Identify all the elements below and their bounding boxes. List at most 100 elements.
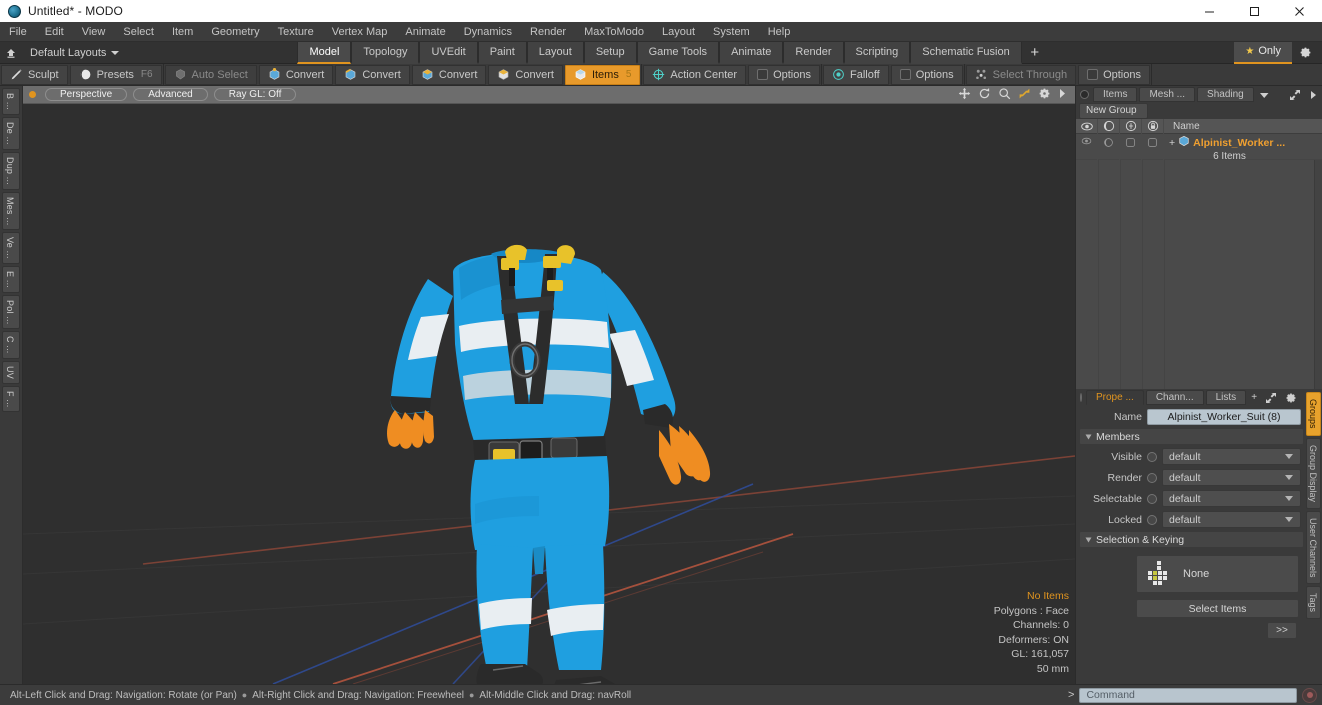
row-select-toggle[interactable] — [1120, 134, 1142, 160]
falloff-button[interactable]: Falloff — [822, 64, 889, 85]
panel-menu-icon[interactable] — [1080, 90, 1089, 99]
selectable-dropdown[interactable]: default — [1162, 490, 1301, 507]
select-through-options-button[interactable]: Options — [1078, 64, 1150, 85]
selection-keying-section-header[interactable]: Selection & Keying — [1080, 532, 1303, 547]
tab-setup[interactable]: Setup — [583, 41, 637, 64]
tab-topology[interactable]: Topology — [351, 41, 420, 64]
convert-polygon-button[interactable]: Convert — [411, 64, 487, 85]
lock-icon[interactable] — [1142, 118, 1164, 134]
new-group-button[interactable]: New Group — [1079, 103, 1148, 119]
maximize-icon[interactable] — [1232, 0, 1277, 22]
table-row[interactable]: + Alpinist_Worker ... 6 Items — [1076, 134, 1322, 162]
rotate-icon[interactable] — [978, 87, 991, 103]
tab-mesh-ops[interactable]: Mesh ... — [1139, 87, 1196, 102]
minimize-icon[interactable] — [1187, 0, 1232, 22]
render-radio[interactable] — [1147, 472, 1157, 483]
tab-uvedit[interactable]: UVEdit — [419, 41, 478, 64]
checkbox-icon[interactable] — [1087, 69, 1099, 80]
subtab-groups[interactable]: Groups — [1306, 392, 1321, 436]
gear-icon[interactable] — [1038, 87, 1051, 103]
tab-scripting[interactable]: Scripting — [843, 41, 911, 64]
sculpt-button[interactable]: Sculpt — [1, 64, 68, 85]
viewport-raygl-dropdown[interactable]: Ray GL: Off — [213, 88, 297, 101]
item-list-empty-area[interactable] — [1076, 160, 1322, 389]
left-tab-edge[interactable]: E ... — [2, 265, 20, 293]
add-properties-tab-button[interactable]: + — [1248, 392, 1260, 403]
only-toggle[interactable]: ★ Only — [1234, 41, 1292, 64]
tab-layout[interactable]: Layout — [526, 41, 584, 64]
add-tab-button[interactable]: + — [1022, 42, 1048, 64]
left-tab-polygon[interactable]: Pol ... — [2, 294, 20, 330]
menu-item[interactable]: Item — [163, 22, 202, 42]
expand-icon[interactable] — [1262, 392, 1280, 404]
chevron-right-icon[interactable] — [1306, 90, 1320, 100]
left-tab-fur[interactable]: F ... — [2, 385, 20, 413]
action-center-button[interactable]: Action Center — [643, 64, 747, 85]
viewport-active-dot[interactable] — [29, 91, 36, 98]
menu-maxtomodo[interactable]: MaxToModo — [575, 22, 653, 42]
checkbox-icon[interactable] — [757, 69, 769, 80]
menu-geometry[interactable]: Geometry — [202, 22, 268, 42]
row-lock-toggle[interactable] — [1142, 134, 1164, 160]
fit-icon[interactable] — [1018, 87, 1031, 103]
tab-render[interactable]: Render — [783, 41, 844, 64]
menu-select[interactable]: Select — [114, 22, 163, 42]
selectable-radio[interactable] — [1147, 493, 1157, 504]
locked-dropdown[interactable]: default — [1162, 511, 1301, 528]
convert-edge-button[interactable]: Convert — [335, 64, 410, 85]
tab-game-tools[interactable]: Game Tools — [636, 41, 720, 64]
viewport-perspective-dropdown[interactable]: Perspective — [45, 88, 128, 101]
tab-items[interactable]: Items — [1093, 87, 1138, 102]
move-icon[interactable] — [958, 87, 971, 103]
row-render-toggle[interactable] — [1098, 134, 1120, 160]
checkbox-icon[interactable] — [899, 69, 911, 80]
expander-icon[interactable]: + — [1169, 137, 1175, 149]
subtab-group-display[interactable]: Group Display — [1306, 437, 1321, 509]
more-options-button[interactable]: >> — [1267, 622, 1297, 639]
convert-vertex-button[interactable]: Convert — [258, 64, 334, 85]
tab-schematic-fusion[interactable]: Schematic Fusion — [910, 41, 1022, 64]
expand-icon[interactable] — [1286, 89, 1304, 101]
subtab-user-channels[interactable]: User Channels — [1306, 510, 1321, 585]
menu-edit[interactable]: Edit — [36, 22, 73, 42]
tab-lists[interactable]: Lists — [1205, 390, 1247, 405]
menu-dynamics[interactable]: Dynamics — [455, 22, 521, 42]
select-through-button[interactable]: Select Through — [965, 64, 1077, 85]
tab-shading[interactable]: Shading — [1197, 87, 1254, 102]
viewport-3d-scene[interactable]: No Items Polygons : Face Channels: 0 Def… — [23, 104, 1075, 684]
left-tab-deform[interactable]: De ... — [2, 117, 20, 150]
left-tab-basic[interactable]: B ... — [2, 88, 20, 116]
close-icon[interactable] — [1277, 0, 1322, 22]
visible-radio[interactable] — [1147, 451, 1157, 462]
falloff-options-button[interactable]: Options — [890, 64, 963, 85]
tab-channels[interactable]: Chann... — [1145, 390, 1204, 405]
zoom-icon[interactable] — [998, 87, 1011, 103]
render-icon[interactable] — [1098, 118, 1120, 134]
viewport-shading-dropdown[interactable]: Advanced — [133, 88, 208, 101]
select-icon[interactable] — [1120, 118, 1142, 134]
name-field[interactable]: Alpinist_Worker_Suit (8) — [1147, 408, 1301, 425]
convert-material-button[interactable]: Convert — [488, 64, 563, 85]
menu-file[interactable]: File — [0, 22, 36, 42]
command-input[interactable]: Command — [1079, 687, 1297, 703]
gear-icon[interactable] — [1282, 392, 1300, 404]
menu-vertex-map[interactable]: Vertex Map — [323, 22, 397, 42]
menu-help[interactable]: Help — [759, 22, 800, 42]
menu-animate[interactable]: Animate — [396, 22, 454, 42]
record-icon[interactable] — [1302, 687, 1317, 703]
menu-layout[interactable]: Layout — [653, 22, 704, 42]
menu-view[interactable]: View — [73, 22, 115, 42]
tab-paint[interactable]: Paint — [477, 41, 527, 64]
menu-system[interactable]: System — [704, 22, 759, 42]
chevron-down-icon[interactable] — [1256, 91, 1273, 99]
locked-radio[interactable] — [1147, 514, 1157, 525]
tab-animate[interactable]: Animate — [719, 41, 784, 64]
row-eye-toggle[interactable] — [1076, 134, 1098, 160]
menu-render[interactable]: Render — [521, 22, 575, 42]
chevron-right-icon[interactable] — [1058, 88, 1067, 102]
left-tab-mesh-edit[interactable]: Mes ... — [2, 191, 20, 231]
selection-set-button[interactable]: None — [1136, 555, 1299, 593]
eye-icon[interactable] — [1076, 118, 1098, 134]
visible-dropdown[interactable]: default — [1162, 448, 1301, 465]
default-layouts-dropdown[interactable]: Default Layouts — [22, 47, 127, 59]
